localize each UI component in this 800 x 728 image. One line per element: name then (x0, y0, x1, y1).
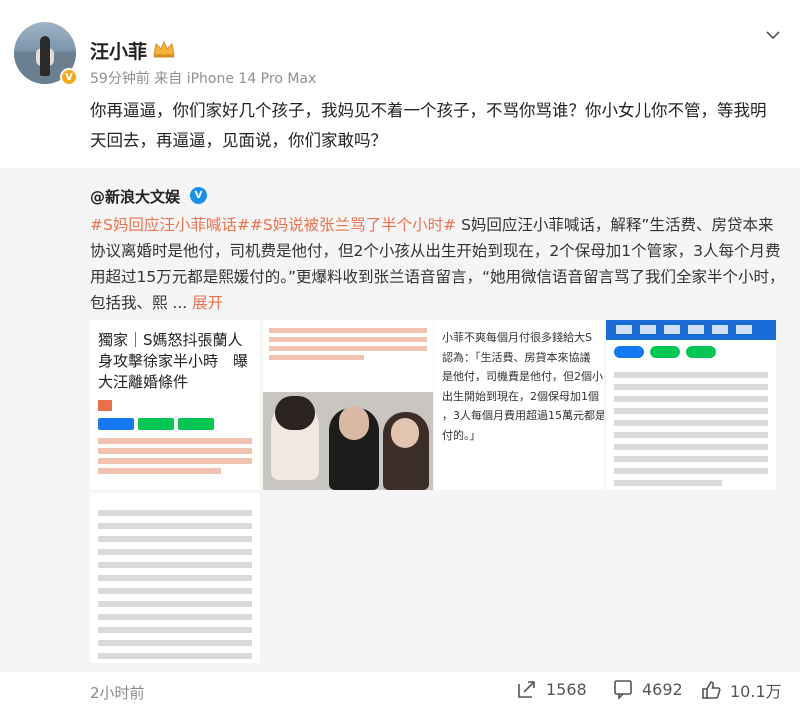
image-text-line: 出生開始到現在，2個保母加1個 (442, 389, 599, 403)
repost-text: #S妈回应汪小菲喊话##S妈说被张兰骂了半个小时# S妈回应汪小菲喊话，解释”生… (90, 212, 785, 316)
crown-icon (153, 40, 175, 58)
comment-icon (614, 680, 632, 700)
like-count: 10.1万 (730, 682, 782, 701)
verified-blue-icon: V (190, 187, 207, 204)
author-name[interactable]: 汪小菲 (90, 37, 147, 64)
share-icon (518, 681, 535, 698)
repost-author[interactable]: @新浪大文娱 (90, 186, 180, 207)
image-nav-bar (606, 320, 776, 340)
hashtag-link[interactable]: #S妈说被张兰骂了半个小时# (250, 216, 456, 234)
repost-button[interactable]: 1568 (516, 678, 587, 700)
image-excerpt (98, 438, 252, 474)
image-thumbnail-4[interactable] (606, 320, 776, 490)
repost-time: 2小时前 (90, 684, 145, 702)
image-text-line: 是他付，司機費是他付，但2個小 (442, 370, 603, 383)
comment-button[interactable]: 4692 (612, 678, 683, 700)
verified-gold-icon: V (60, 68, 78, 86)
like-button[interactable]: 10.1万 (700, 678, 782, 702)
image-thumbnail-1[interactable]: 獨家｜S媽怒抖張蘭人身攻擊徐家半小時 曝大汪離婚條件 (90, 320, 260, 490)
image-excerpt (606, 364, 776, 490)
image-excerpt (98, 510, 252, 663)
expand-link[interactable]: 展开 (192, 294, 223, 312)
image-caption (263, 320, 433, 390)
image-label (98, 400, 112, 411)
image-headline: 獨家｜S媽怒抖張蘭人身攻擊徐家半小時 曝大汪離婚條件 (98, 331, 249, 391)
post-header: V 汪小菲 59分钟前 来自 iPhone 14 Pro Max (14, 22, 786, 92)
image-text-line: ，3人每個月費用超過15萬元都是 (442, 409, 604, 422)
chevron-down-icon[interactable] (764, 26, 782, 44)
group-photo (263, 392, 433, 490)
post-meta: 59分钟前 来自 iPhone 14 Pro Max (90, 71, 317, 87)
comment-count: 4692 (642, 679, 683, 699)
image-thumbnail-2[interactable] (263, 320, 433, 490)
hashtag-link[interactable]: #S妈回应汪小菲喊话# (90, 216, 250, 234)
thumbs-up-icon (702, 681, 721, 699)
share-buttons (606, 340, 776, 364)
image-text-line: 認為：「生活費、房貸本來協議 (442, 350, 591, 364)
image-thumbnail-3[interactable]: 小菲不爽每個月付很多錢給大S 認為：「生活費、房貸本來協議 是他付，司機費是他付… (434, 320, 604, 490)
image-thumbnail-5[interactable] (90, 493, 260, 663)
repost-count: 1568 (546, 679, 587, 699)
share-buttons (98, 418, 252, 430)
image-text-line: 小菲不爽每個月付很多錢給大S (442, 331, 592, 344)
post-text: 你再逼逼，你们家好几个孩子，我妈见不着一个孩子，不骂你骂谁？你小女儿你不管，等我… (90, 101, 767, 150)
image-text-line: 付的。」 (442, 428, 481, 442)
post-footer: 2小时前 1568 4692 10.1万 (0, 672, 800, 728)
